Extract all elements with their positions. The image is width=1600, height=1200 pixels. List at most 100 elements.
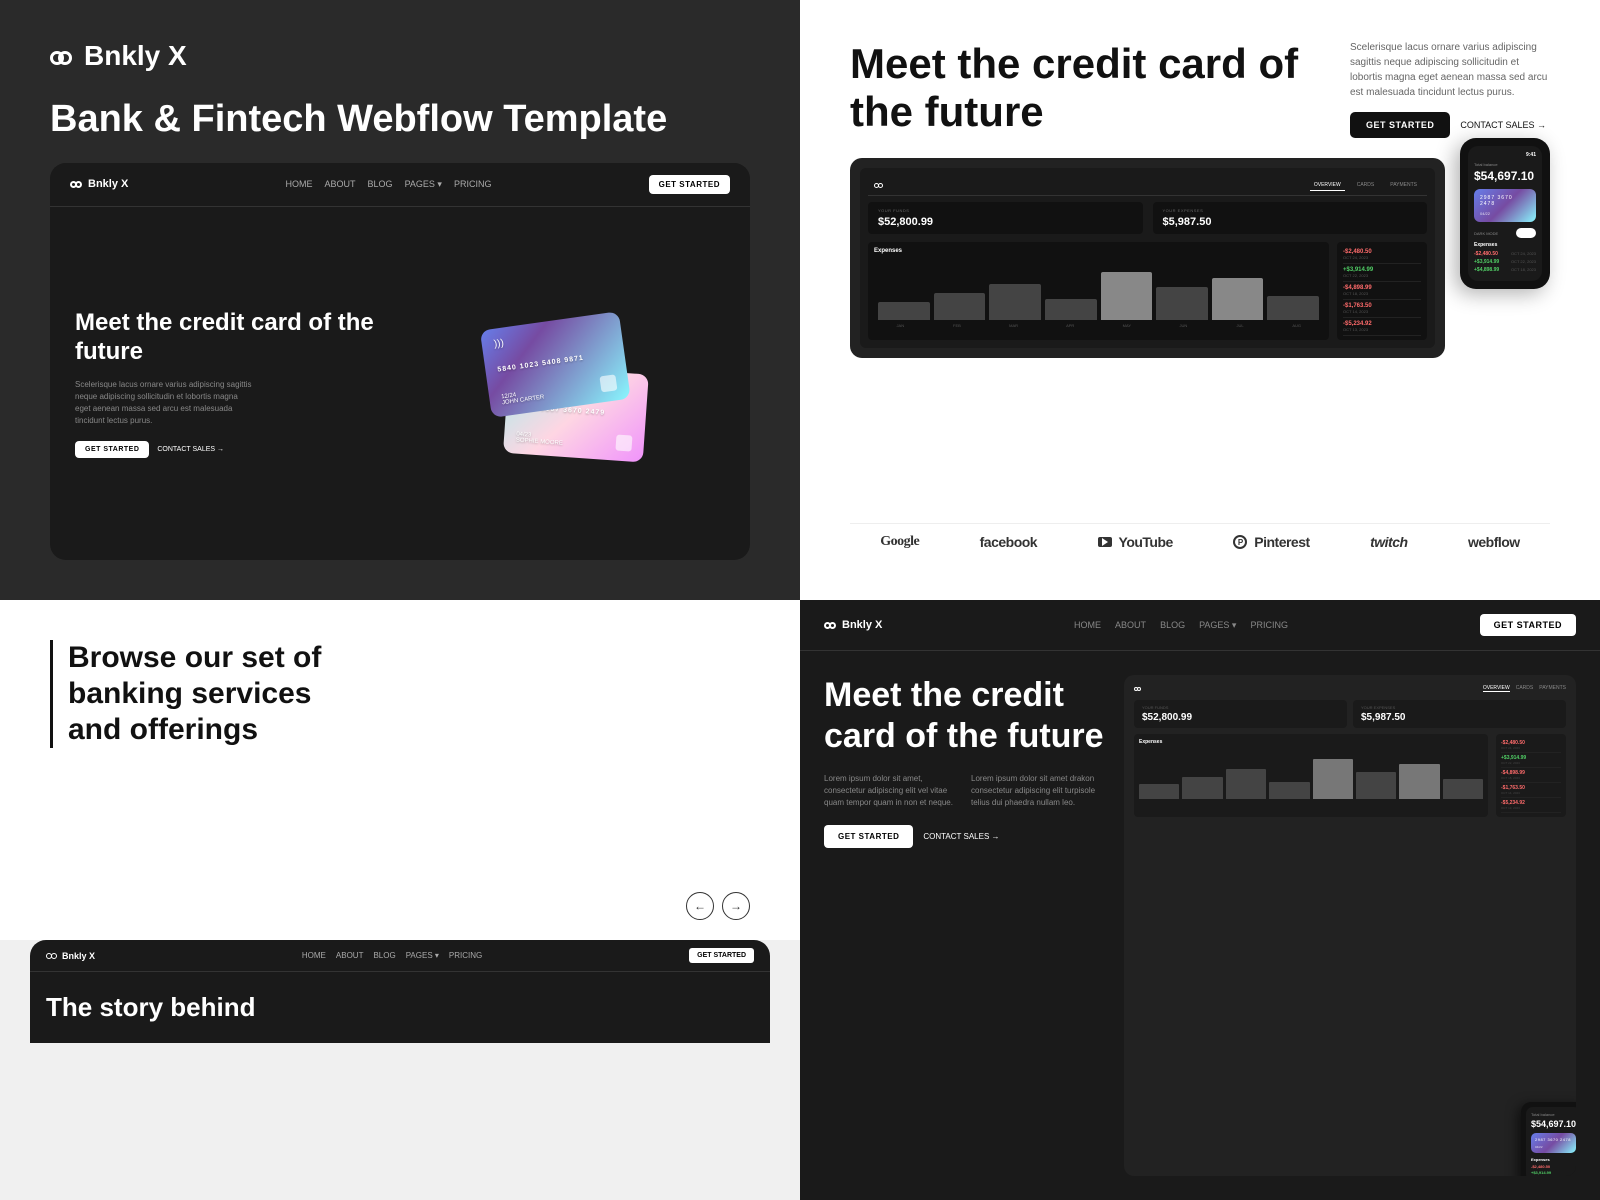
panel-bottom-right: Bnkly X HOME ABOUT BLOG PAGES ▾ PRICING …: [800, 600, 1600, 1200]
phone-trans-1: -$2,480.50 OCT 24, 2023: [1474, 251, 1536, 257]
card-chip-1: [599, 375, 617, 393]
bar-feb: [934, 293, 986, 320]
dashboard-logo: [874, 183, 883, 188]
expenses-label: YOUR EXPENSES: [1163, 208, 1418, 213]
br-stat-expenses: YOUR EXPENSES $5,987.50: [1353, 700, 1566, 728]
tab-overview[interactable]: OVERVIEW: [1310, 180, 1345, 191]
trans-item-4: -$1,763.50 OCT 14, 2023: [1343, 300, 1421, 318]
hero-buttons: GET STARTED CONTACT SALES →: [1350, 112, 1550, 138]
mock-cta-primary[interactable]: GET STARTED: [75, 441, 149, 458]
br-nav-cta[interactable]: GET STARTED: [1480, 614, 1576, 636]
br-phone-balance-label: Total balance: [1531, 1112, 1576, 1117]
br-nav: Bnkly X HOME ABOUT BLOG PAGES ▾ PRICING …: [800, 600, 1600, 651]
br-desc-col-2: Lorem ipsum dolor sit amet drakon consec…: [971, 773, 1104, 809]
br-expenses-label: YOUR EXPENSES: [1361, 705, 1558, 710]
logo-twitch: twitch: [1370, 534, 1407, 550]
bottom-mock-nav-cta[interactable]: GET STARTED: [689, 948, 754, 963]
card-info-2: 04/23 SOPHIE MOORE: [515, 432, 563, 447]
br-bar-7: [1399, 764, 1439, 799]
mock-cta-secondary[interactable]: CONTACT SALES →: [157, 446, 224, 453]
transactions-list: -$2,480.50 OCT 24, 2023 +$3,914.99 OCT 2…: [1337, 242, 1427, 340]
br-bar-6: [1356, 772, 1396, 800]
card-info-1: 12/24 JOHN CARTER: [500, 389, 544, 407]
phone-card-mini: 2987 3670 2478 04/22: [1474, 189, 1536, 222]
card-chip-2: [615, 435, 632, 452]
br-tab-overview[interactable]: OVERVIEW: [1483, 685, 1510, 692]
br-desc-col-1: Lorem ipsum dolor sit amet, consectetur …: [824, 773, 957, 809]
mock-nav: Bnkly X HOME ABOUT BLOG PAGES ▾ PRICING …: [50, 163, 750, 207]
br-bar-5: [1313, 759, 1353, 799]
br-phone-overlay: Total balance $54,697.10 2987 3670 2478 …: [1521, 1102, 1576, 1176]
tab-payments[interactable]: PAYMENTS: [1386, 180, 1421, 191]
funds-label: YOUR FUNDS: [878, 208, 1133, 213]
hero-small-text: Scelerisque lacus ornare varius adipisci…: [1350, 40, 1550, 138]
hero-subtext: Scelerisque lacus ornare varius adipisci…: [1350, 40, 1550, 100]
br-desc-cols: Lorem ipsum dolor sit amet, consectetur …: [824, 773, 1104, 809]
logo-webflow: webflow: [1468, 534, 1520, 550]
banking-title: Browse our set of banking services and o…: [50, 640, 350, 748]
br-cta-primary[interactable]: GET STARTED: [824, 825, 913, 848]
bar-aug: [1267, 296, 1319, 320]
phone-trans-2: +$3,914.99 OCT 22, 2023: [1474, 259, 1536, 265]
bar-chart: [874, 260, 1323, 320]
bottom-mock-nav-brand: Bnkly X: [46, 951, 95, 961]
br-content: Meet the credit card of the future Lorem…: [800, 651, 1600, 1200]
tab-cards[interactable]: CARDS: [1353, 180, 1379, 191]
br-funds-value: $52,800.99: [1142, 712, 1339, 723]
brand-header: Bnkly X: [50, 40, 750, 72]
bar-mar: [989, 284, 1041, 320]
prev-arrow[interactable]: ←: [686, 892, 714, 920]
hero-section: Meet the credit card of the future Scele…: [850, 40, 1550, 138]
card-nfc-1: ))): [493, 323, 609, 350]
dark-mode-row: DARK MODE: [1474, 228, 1536, 238]
mock-nav-links: HOME ABOUT BLOG PAGES ▾ PRICING: [286, 179, 492, 190]
card-bottom-1: 12/24 JOHN CARTER: [500, 375, 617, 407]
logos-section: Google facebook YouTube P Pinterest twit…: [850, 523, 1550, 560]
panel-top-right: Meet the credit card of the future Scele…: [800, 0, 1600, 600]
br-btns: GET STARTED CONTACT SALES →: [824, 825, 1104, 848]
bar-jun: [1156, 287, 1208, 320]
phone-toggle[interactable]: [1516, 228, 1536, 238]
br-trans-4: -$1,763.50 OCT 14, 2023: [1501, 783, 1561, 798]
br-headline: Meet the credit card of the future: [824, 675, 1104, 757]
phone-card-bottom: 04/22: [1480, 211, 1530, 216]
br-phone-balance: $54,697.10: [1531, 1119, 1576, 1129]
mock-nav-brand: Bnkly X: [70, 178, 128, 190]
mock-hero-buttons: GET STARTED CONTACT SALES →: [75, 441, 390, 458]
br-desc-1: Lorem ipsum dolor sit amet, consectetur …: [824, 773, 957, 809]
mock-nav-cta[interactable]: GET STARTED: [649, 175, 730, 194]
br-dash-logo: [1134, 687, 1141, 691]
br-dash-tabs: OVERVIEW CARDS PAYMENTS: [1483, 685, 1566, 692]
br-dashboard: OVERVIEW CARDS PAYMENTS YOUR FUNDS $52,8…: [1124, 675, 1576, 1176]
br-stats: YOUR FUNDS $52,800.99 YOUR EXPENSES $5,9…: [1134, 700, 1566, 728]
phone-balance: $54,697.10: [1474, 169, 1536, 183]
mock-hero: Meet the credit card of the future Scele…: [50, 207, 750, 560]
trans-item-1: -$2,480.50 OCT 24, 2023: [1343, 246, 1421, 264]
br-dash-header: OVERVIEW CARDS PAYMENTS: [1134, 685, 1566, 692]
mock-cards-visual: ))) 5840 1023 5408 9871 12/24 JOHN CARTE…: [410, 273, 725, 493]
chart-labels: JAN FEB MAR APR MAY JUN JUL AUG: [874, 323, 1323, 328]
mock-website-card: Bnkly X HOME ABOUT BLOG PAGES ▾ PRICING …: [50, 163, 750, 560]
phone-trans-3: +$4,898.99 OCT 18, 2023: [1474, 267, 1536, 273]
br-tab-payments[interactable]: PAYMENTS: [1539, 685, 1566, 692]
br-phone-screen: Total balance $54,697.10 2987 3670 2478 …: [1526, 1107, 1576, 1176]
br-charts: Expenses: [1134, 734, 1566, 817]
bar-jan: [878, 302, 930, 320]
hero-cta-primary[interactable]: GET STARTED: [1350, 112, 1450, 138]
bottom-story-area: Bnkly X HOME ABOUT BLOG PAGES ▾ PRICING …: [0, 940, 800, 1200]
br-hero-text: Meet the credit card of the future Lorem…: [824, 675, 1104, 1176]
expenses-value: $5,987.50: [1163, 216, 1418, 228]
br-bar-2: [1182, 777, 1222, 800]
br-bar-1: [1139, 784, 1179, 799]
br-desc-2: Lorem ipsum dolor sit amet drakon consec…: [971, 773, 1104, 809]
br-cta-secondary[interactable]: CONTACT SALES →: [923, 832, 999, 841]
br-tab-cards[interactable]: CARDS: [1516, 685, 1534, 692]
next-arrow[interactable]: →: [722, 892, 750, 920]
br-trans-5: -$5,234.92 OCT 13, 2023: [1501, 798, 1561, 813]
dashboard-mockup: OVERVIEW CARDS PAYMENTS YOUR FUNDS $52,8…: [850, 158, 1550, 358]
dashboard-tabs: OVERVIEW CARDS PAYMENTS: [1310, 180, 1421, 191]
br-trans-1: -$2,480.50 OCT 24, 2023: [1501, 738, 1561, 753]
hero-cta-secondary[interactable]: CONTACT SALES →: [1460, 120, 1546, 130]
logo-facebook: facebook: [980, 534, 1037, 550]
br-nav-links: HOME ABOUT BLOG PAGES ▾ PRICING: [1074, 620, 1288, 631]
